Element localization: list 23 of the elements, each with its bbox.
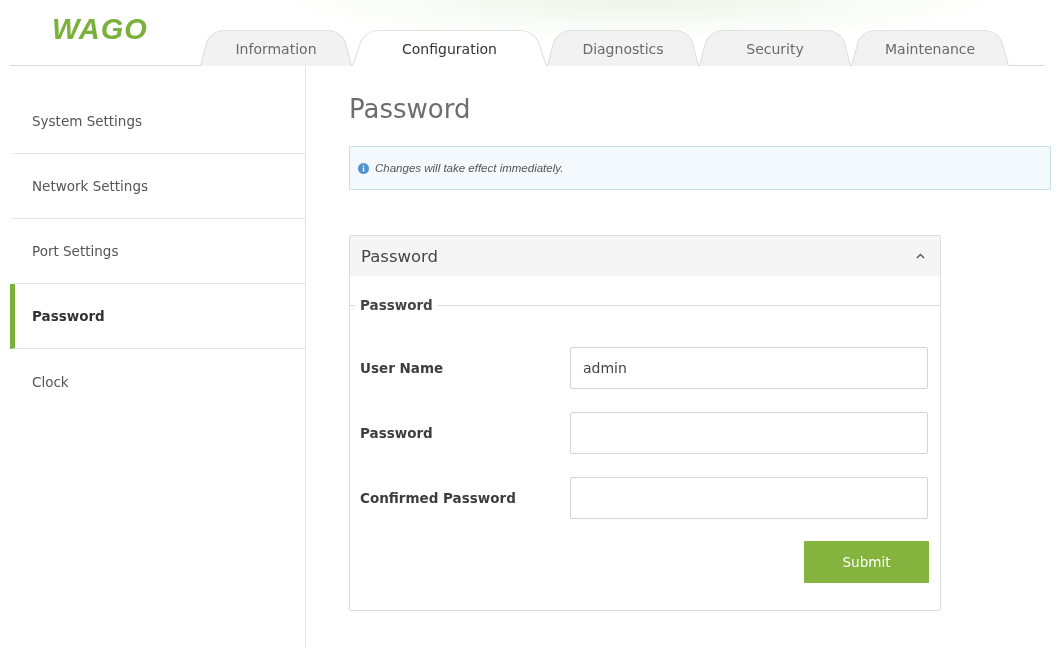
- sidebar-item[interactable]: Clock: [10, 349, 305, 414]
- tab[interactable]: Security: [699, 25, 851, 66]
- tab[interactable]: Maintenance: [851, 25, 1010, 66]
- notice-text: Changes will take effect immediately.: [375, 162, 564, 174]
- fieldset-legend: Password: [355, 297, 438, 313]
- page-title: Password: [349, 93, 471, 125]
- input-field[interactable]: [570, 412, 928, 454]
- input-field[interactable]: admin: [570, 347, 928, 389]
- tab[interactable]: Information: [200, 25, 352, 66]
- info-icon: [358, 162, 369, 174]
- logo: WAGO: [52, 12, 149, 46]
- panel-title: Password: [361, 246, 439, 266]
- tab[interactable]: Diagnostics: [547, 25, 699, 66]
- sidebar-item[interactable]: System Settings: [10, 89, 305, 154]
- sidebar-item[interactable]: Network Settings: [10, 154, 305, 219]
- field-label: Password: [360, 425, 434, 441]
- sidebar-item[interactable]: Password: [10, 284, 305, 349]
- field-label: User Name: [360, 360, 445, 376]
- sidebar-item[interactable]: Port Settings: [10, 219, 305, 284]
- panel-header[interactable]: Password: [350, 236, 940, 276]
- field-label: Confirmed Password: [360, 490, 517, 506]
- input-field[interactable]: [570, 477, 928, 519]
- tab[interactable]: Configuration: [352, 25, 547, 66]
